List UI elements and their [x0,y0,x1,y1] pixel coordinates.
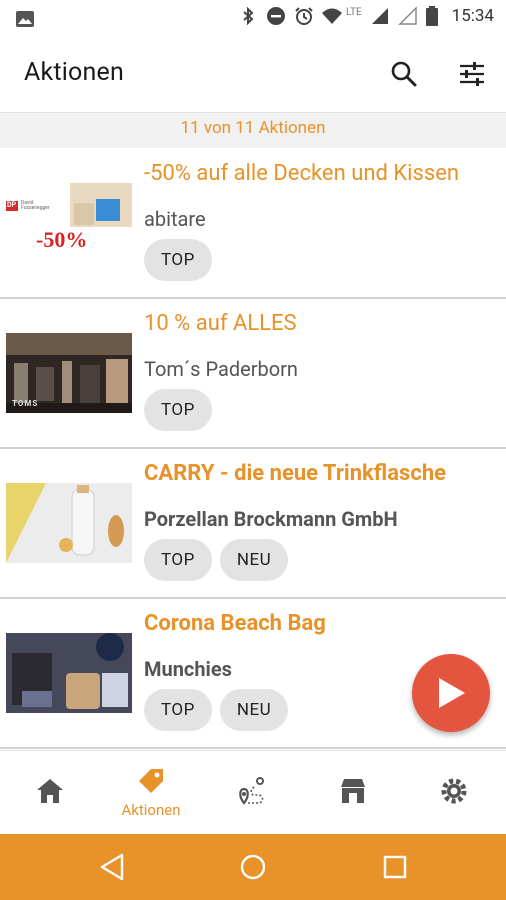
nav-route[interactable] [202,751,302,835]
deal-title: Corona Beach Bag [144,611,326,636]
thumb-badge-text: DP [7,201,17,209]
home-circle-icon[interactable] [238,852,268,882]
deal-item[interactable]: DP David Fussenegger -50% -50% auf alle … [0,149,506,299]
signal-icon [371,8,388,24]
deal-item[interactable]: TOMS 10 % auf ALLES Tom´s Paderborn TOP [0,299,506,449]
deal-thumbnail [6,633,132,713]
deal-shop: Tom´s Paderborn [144,357,298,381]
tag-chip[interactable]: TOP [144,689,212,731]
alarm-icon [295,7,313,25]
system-navigation-bar [0,834,506,900]
clock: 15:34 [451,6,494,26]
play-fab-button[interactable] [412,654,490,732]
wifi-icon [321,8,342,24]
nav-aktionen-label: Aktionen [121,801,181,819]
bluetooth-icon [243,6,254,26]
deal-shop: Munchies [144,657,232,681]
deal-thumbnail [6,483,132,563]
route-map-icon [239,777,264,805]
thumb-caption-text: David Fussenegger [21,200,50,211]
thumb-logo-text: TOMS [12,399,39,408]
signal-empty-icon [397,6,417,25]
back-icon[interactable] [98,852,128,882]
nav-aktionen[interactable]: Aktionen [101,751,201,835]
page-title: Aktionen [24,58,124,87]
tag-chip[interactable]: NEU [219,539,289,581]
nav-settings[interactable] [404,751,504,835]
deal-thumbnail: TOMS [6,333,132,413]
nav-home[interactable] [0,751,100,835]
do-not-disturb-icon [266,7,285,25]
battery-icon [425,6,438,26]
settings-icon [441,778,467,804]
deal-thumbnail: DP David Fussenegger -50% [6,183,132,263]
tag-icon [139,769,163,793]
home-icon [37,779,63,803]
tag-chip[interactable]: TOP [144,239,212,281]
deal-title: 10 % auf ALLES [144,311,297,336]
tag-chip[interactable]: TOP [144,539,212,581]
play-icon [439,678,465,708]
deal-item[interactable]: CARRY - die neue Trinkflasche Porzellan … [0,449,506,599]
nav-stores[interactable] [303,751,403,835]
store-icon [341,779,365,803]
deal-tags: TOP [144,239,212,281]
deal-title: CARRY - die neue Trinkflasche [144,461,447,486]
recents-icon[interactable] [380,852,410,882]
image-icon [16,11,34,27]
deal-shop: abitare [144,207,206,231]
tag-chip[interactable]: NEU [219,689,289,731]
filter-sliders-icon [460,62,484,86]
deal-tags: TOP [144,389,212,431]
deal-shop: Porzellan Brockmann GmbH [144,507,398,531]
deal-title: -50% auf alle Decken und Kissen [144,161,460,186]
search-icon [391,61,417,87]
status-bar: LTE 15:34 [0,0,506,36]
app-bar: Aktionen [0,36,506,113]
deal-tags: TOP NEU [144,539,289,581]
bottom-navigation: Aktionen [0,750,506,835]
search-button[interactable] [388,58,420,90]
results-count: 11 von 11 Aktionen [0,113,506,148]
filter-button[interactable] [456,58,488,90]
deal-tags: TOP NEU [144,689,289,731]
network-label: LTE [345,6,362,18]
thumb-discount-text: -50% [36,227,88,252]
tag-chip[interactable]: TOP [144,389,212,431]
